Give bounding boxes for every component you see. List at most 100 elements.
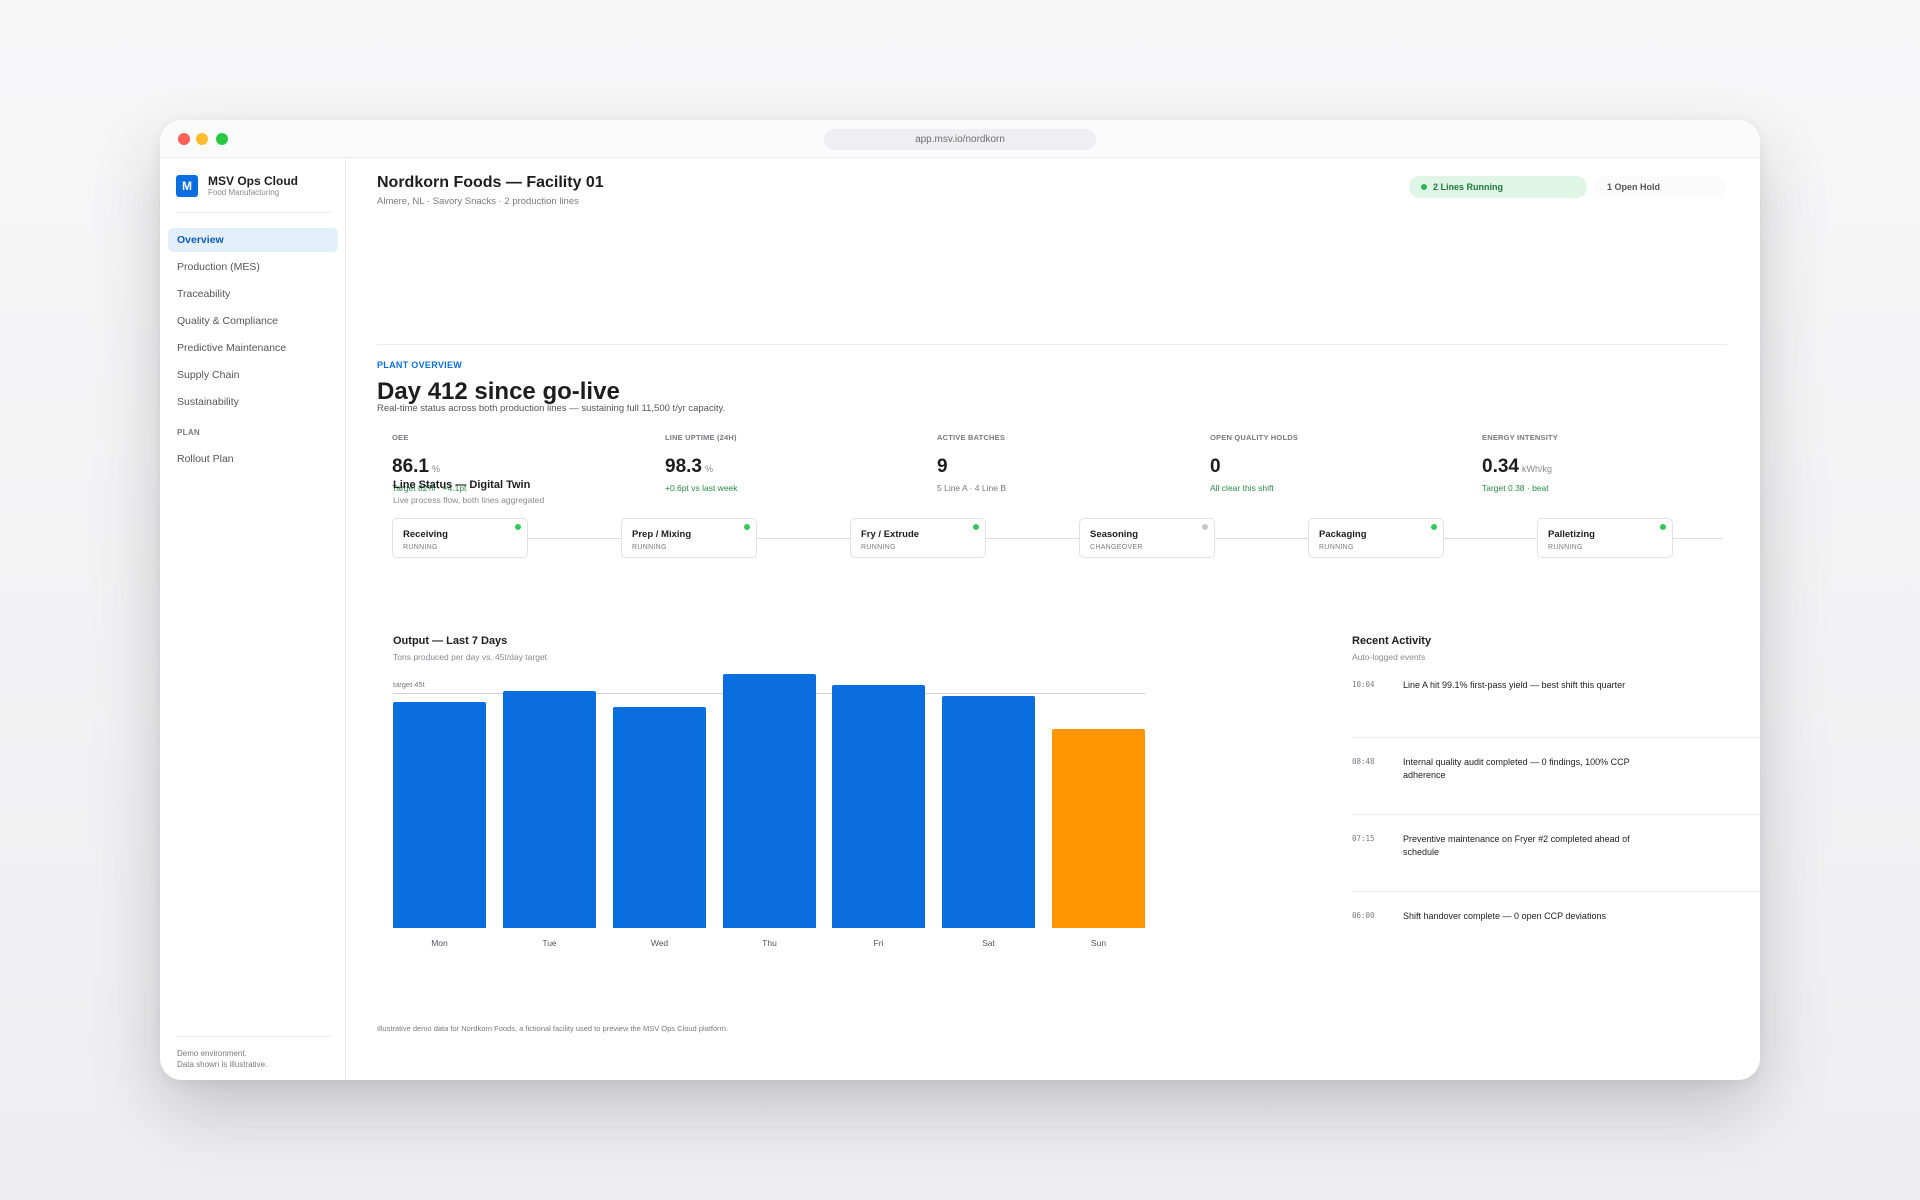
lines-running-label: 2 Lines Running xyxy=(1433,182,1504,192)
divider xyxy=(176,1036,330,1037)
stage-name: Prep / Mixing xyxy=(632,529,692,540)
kpi-label: OEE xyxy=(392,433,409,442)
kpi-open-quality-holds: OPEN QUALITY HOLDS 0 All clear this shif… xyxy=(1210,433,1460,493)
hero-subtitle: Real-time status across both production … xyxy=(377,403,726,414)
app-window: app.msv.io/nordkorn M MSV Ops Cloud Food… xyxy=(160,120,1760,1080)
minimize-window-button[interactable] xyxy=(196,133,208,145)
kpi-row: OEE 86.1% Target 82% · +4.1pt LINE UPTIM… xyxy=(392,433,1722,493)
status-dot-icon xyxy=(1421,184,1427,190)
kpi-unit: kWh/kg xyxy=(1521,464,1552,474)
brand-logo: M xyxy=(176,175,198,197)
bar-tue[interactable] xyxy=(503,691,596,928)
kpi-note: Target 0.38 · beat xyxy=(1482,483,1549,493)
stage-state: RUNNING xyxy=(632,544,667,551)
browser-titlebar: app.msv.io/nordkorn xyxy=(160,120,1760,158)
stage-name: Seasoning xyxy=(1090,529,1139,540)
close-window-button[interactable] xyxy=(178,133,190,145)
bar-mon[interactable] xyxy=(393,702,486,928)
sidebar-item-maintenance[interactable]: Predictive Maintenance xyxy=(168,336,338,360)
sidebar-item-overview[interactable]: Overview xyxy=(168,228,338,252)
brand-name: MSV Ops Cloud xyxy=(208,174,298,188)
kpi-value: 0 xyxy=(1210,456,1221,477)
x-tick-label: Thu xyxy=(762,938,777,948)
status-dot-icon xyxy=(1660,524,1666,530)
stage-packaging[interactable]: Packaging RUNNING xyxy=(1308,518,1444,558)
activity-time: 08:48 xyxy=(1352,757,1375,766)
status-dot-icon xyxy=(1202,524,1208,530)
sidebar-item-sustainability[interactable]: Sustainability xyxy=(168,390,338,414)
bar-thu[interactable] xyxy=(723,674,816,928)
status-dot-icon xyxy=(1431,524,1437,530)
stage-prep-mixing[interactable]: Prep / Mixing RUNNING xyxy=(621,518,757,558)
process-flow: Receiving RUNNING Prep / Mixing RUNNING … xyxy=(392,518,1722,560)
kpi-label: ACTIVE BATCHES xyxy=(937,433,1006,442)
bar-fri[interactable] xyxy=(832,685,925,928)
x-tick-label: Wed xyxy=(650,938,669,948)
hero-title: Day 412 since go-live xyxy=(377,378,620,405)
x-tick-label: Tue xyxy=(542,938,557,948)
kpi-note: 5 Line A · 4 Line B xyxy=(937,483,1006,493)
kpi-line-uptime: LINE UPTIME (24H) 98.3% +0.6pt vs last w… xyxy=(665,433,915,493)
sidebar-item-production[interactable]: Production (MES) xyxy=(168,255,338,279)
main-content: Nordkorn Foods — Facility 01 Almere, NL … xyxy=(346,158,1760,1080)
kpi-note: +0.6pt vs last week xyxy=(665,483,738,493)
sidebar-item-supply-chain[interactable]: Supply Chain xyxy=(168,363,338,387)
brand[interactable]: M MSV Ops Cloud Food Manufacturing xyxy=(176,174,298,198)
flow-connector xyxy=(392,538,1722,539)
activity-text: Preventive maintenance on Fryer #2 compl… xyxy=(1403,834,1630,857)
kpi-energy-intensity: ENERGY INTENSITY 0.34 kWh/kg Target 0.38 … xyxy=(1482,433,1732,493)
kpi-active-batches: ACTIVE BATCHES 9 5 Line A · 4 Line B xyxy=(937,433,1187,493)
line-status-title: Line Status — Digital Twin xyxy=(393,479,531,491)
sidebar: M MSV Ops Cloud Food Manufacturing Overv… xyxy=(160,158,346,1080)
stage-name: Fry / Extrude xyxy=(861,529,920,540)
kpi-note: All clear this shift xyxy=(1210,483,1274,493)
kpi-label: ENERGY INTENSITY xyxy=(1482,433,1558,442)
stage-state: RUNNING xyxy=(403,544,438,551)
bar-sat[interactable] xyxy=(942,696,1035,928)
activity-title: Recent Activity xyxy=(1352,635,1432,647)
kpi-unit: % xyxy=(704,464,713,474)
sidebar-item-traceability[interactable]: Traceability xyxy=(168,282,338,306)
kpi-value: 98.3 xyxy=(665,456,702,477)
stage-state: RUNNING xyxy=(861,544,896,551)
bar-sun[interactable] xyxy=(1052,729,1145,928)
sidebar-footer: Demo environment. Data shown is illustra… xyxy=(177,1048,267,1070)
divider xyxy=(377,344,1727,345)
activity-item[interactable]: 06:00 Shift handover complete — 0 open C… xyxy=(1352,907,1760,969)
stage-state: RUNNING xyxy=(1548,544,1583,551)
open-hold-badge[interactable]: 1 Open Hold xyxy=(1595,176,1726,198)
kpi-unit: % xyxy=(431,464,440,474)
bar-wed[interactable] xyxy=(613,707,706,928)
stage-fry-extrude[interactable]: Fry / Extrude RUNNING xyxy=(850,518,986,558)
footnote: Illustrative demo data for Nordkorn Food… xyxy=(377,1024,728,1033)
activity-item[interactable]: 10:04 Line A hit 99.1% first-pass yield … xyxy=(1352,676,1760,738)
section-eyebrow: PLANT OVERVIEW xyxy=(377,360,463,370)
sidebar-item-rollout-plan[interactable]: Rollout Plan xyxy=(168,447,338,471)
activity-subtitle: Auto-logged events xyxy=(1352,652,1426,662)
page-title: Nordkorn Foods — Facility 01 xyxy=(377,174,604,191)
x-tick-label: Mon xyxy=(431,938,448,948)
lines-running-badge[interactable]: 2 Lines Running xyxy=(1409,176,1587,198)
stage-palletizing[interactable]: Palletizing RUNNING xyxy=(1537,518,1673,558)
address-bar[interactable]: app.msv.io/nordkorn xyxy=(824,129,1096,150)
stage-receiving[interactable]: Receiving RUNNING xyxy=(392,518,528,558)
activity-item[interactable]: 07:15 Preventive maintenance on Fryer #2… xyxy=(1352,830,1760,892)
stage-seasoning[interactable]: Seasoning CHANGEOVER xyxy=(1079,518,1215,558)
maximize-window-button[interactable] xyxy=(216,133,228,145)
sidebar-section-plan: PLAN xyxy=(177,428,200,437)
kpi-label: LINE UPTIME (24H) xyxy=(665,433,737,442)
activity-item[interactable]: 08:48 Internal quality audit completed —… xyxy=(1352,753,1760,815)
x-tick-label: Fri xyxy=(873,938,884,948)
output-bar-chart: target 45t Mon Tue Wed Thu Fri Sat Sun xyxy=(393,670,1145,948)
status-dot-icon xyxy=(744,524,750,530)
sidebar-item-quality[interactable]: Quality & Compliance xyxy=(168,309,338,333)
status-dot-icon xyxy=(973,524,979,530)
stage-state: RUNNING xyxy=(1319,544,1354,551)
x-tick-label: Sun xyxy=(1090,938,1107,948)
sidebar-nav: Overview Production (MES) Traceability Q… xyxy=(168,228,338,474)
kpi-label: OPEN QUALITY HOLDS xyxy=(1210,433,1299,442)
activity-time: 10:04 xyxy=(1352,680,1375,689)
sidebar-footer-line: Data shown is illustrative. xyxy=(177,1060,268,1069)
activity-time: 06:00 xyxy=(1352,911,1375,920)
kpi-value: 0.34 xyxy=(1482,456,1519,477)
